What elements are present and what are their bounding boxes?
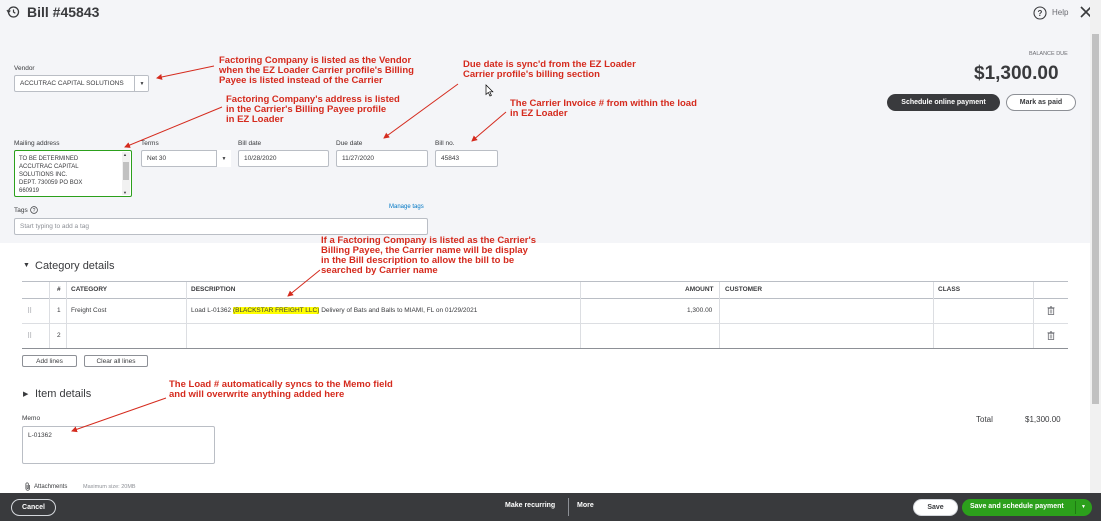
mouse-cursor-icon (485, 84, 494, 97)
annotation-arrows (71, 65, 507, 433)
